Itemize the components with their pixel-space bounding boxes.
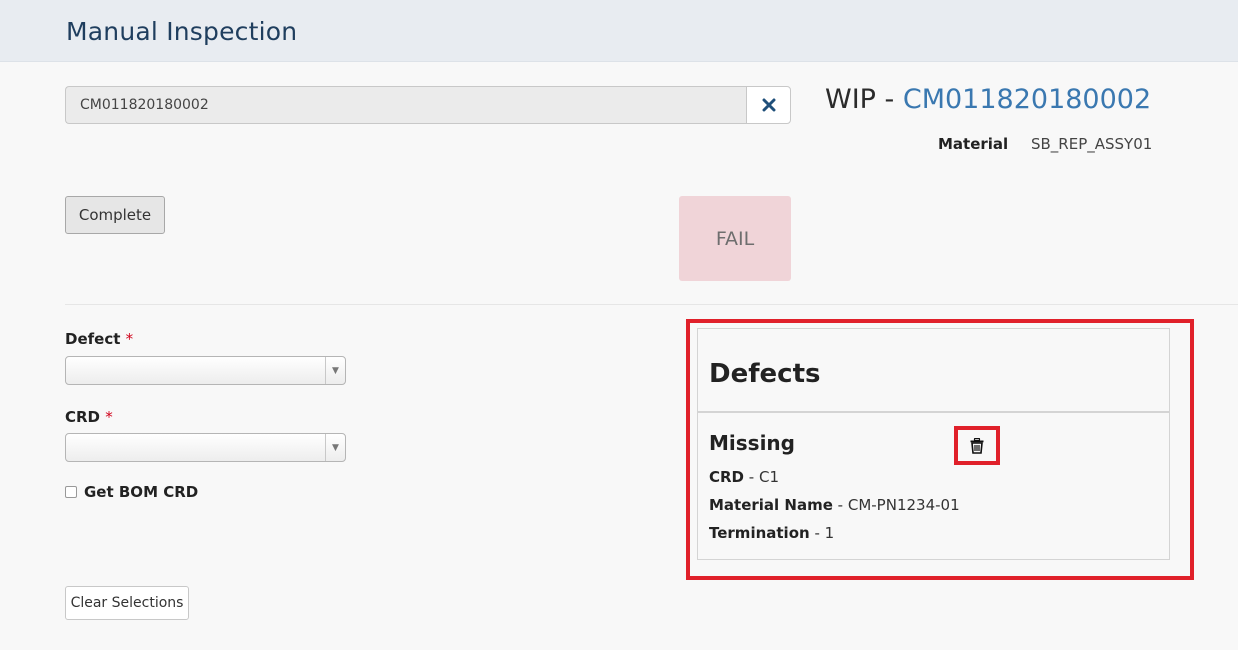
defect-material-name-value: - CM-PN1234-01	[832, 496, 960, 514]
material-info: Material SB_REP_ASSY01	[938, 135, 1152, 153]
wip-prefix: WIP -	[825, 84, 903, 115]
defect-label-text: Defect	[65, 330, 121, 348]
defect-field-label: Defect *	[65, 330, 133, 348]
page-title: Manual Inspection	[66, 17, 298, 46]
required-mark: *	[125, 330, 134, 348]
defects-panel: Defects Missing CRD - C1 Material Name -…	[697, 328, 1170, 560]
chevron-down-icon: ▼	[325, 434, 345, 461]
clear-search-button[interactable]	[746, 86, 791, 124]
trash-icon	[970, 437, 984, 454]
complete-button[interactable]: Complete	[65, 196, 165, 234]
defect-material-name: Material Name - CM-PN1234-01	[709, 496, 960, 514]
chevron-down-icon: ▼	[325, 357, 345, 384]
material-value: SB_REP_ASSY01	[1030, 135, 1153, 153]
crd-select[interactable]: ▼	[65, 433, 346, 462]
defect-crd-value: - C1	[744, 468, 779, 486]
defect-select[interactable]: ▼	[65, 356, 346, 385]
material-label: Material	[938, 135, 1009, 153]
defect-termination-label: Termination	[709, 524, 810, 542]
defect-crd: CRD - C1	[709, 468, 779, 486]
get-bom-crd-row: Get BOM CRD	[65, 483, 198, 501]
clear-selections-button[interactable]: Clear Selections	[65, 586, 189, 620]
crd-label-text: CRD	[65, 408, 101, 426]
status-badge: FAIL	[679, 196, 791, 281]
get-bom-crd-checkbox[interactable]	[65, 486, 77, 498]
defect-termination: Termination - 1	[709, 524, 834, 542]
defect-material-name-label: Material Name	[709, 496, 833, 514]
delete-defect-button[interactable]	[954, 426, 1000, 465]
crd-field-label: CRD *	[65, 408, 113, 426]
get-bom-crd-label[interactable]: Get BOM CRD	[84, 483, 198, 501]
wip-id: CM011820180002	[902, 84, 1152, 115]
defect-termination-value: - 1	[809, 524, 835, 542]
wip-search-group	[65, 86, 791, 124]
wip-search-input[interactable]	[65, 86, 747, 124]
required-mark: *	[105, 408, 113, 426]
wip-heading: WIP - CM011820180002	[825, 84, 1151, 115]
panel-divider	[698, 411, 1169, 413]
section-divider	[65, 304, 1238, 305]
times-icon	[762, 98, 775, 112]
defect-name: Missing	[709, 431, 795, 455]
defect-crd-label: CRD	[709, 468, 745, 486]
defects-title: Defects	[709, 359, 821, 389]
page-header: Manual Inspection	[0, 0, 1238, 62]
